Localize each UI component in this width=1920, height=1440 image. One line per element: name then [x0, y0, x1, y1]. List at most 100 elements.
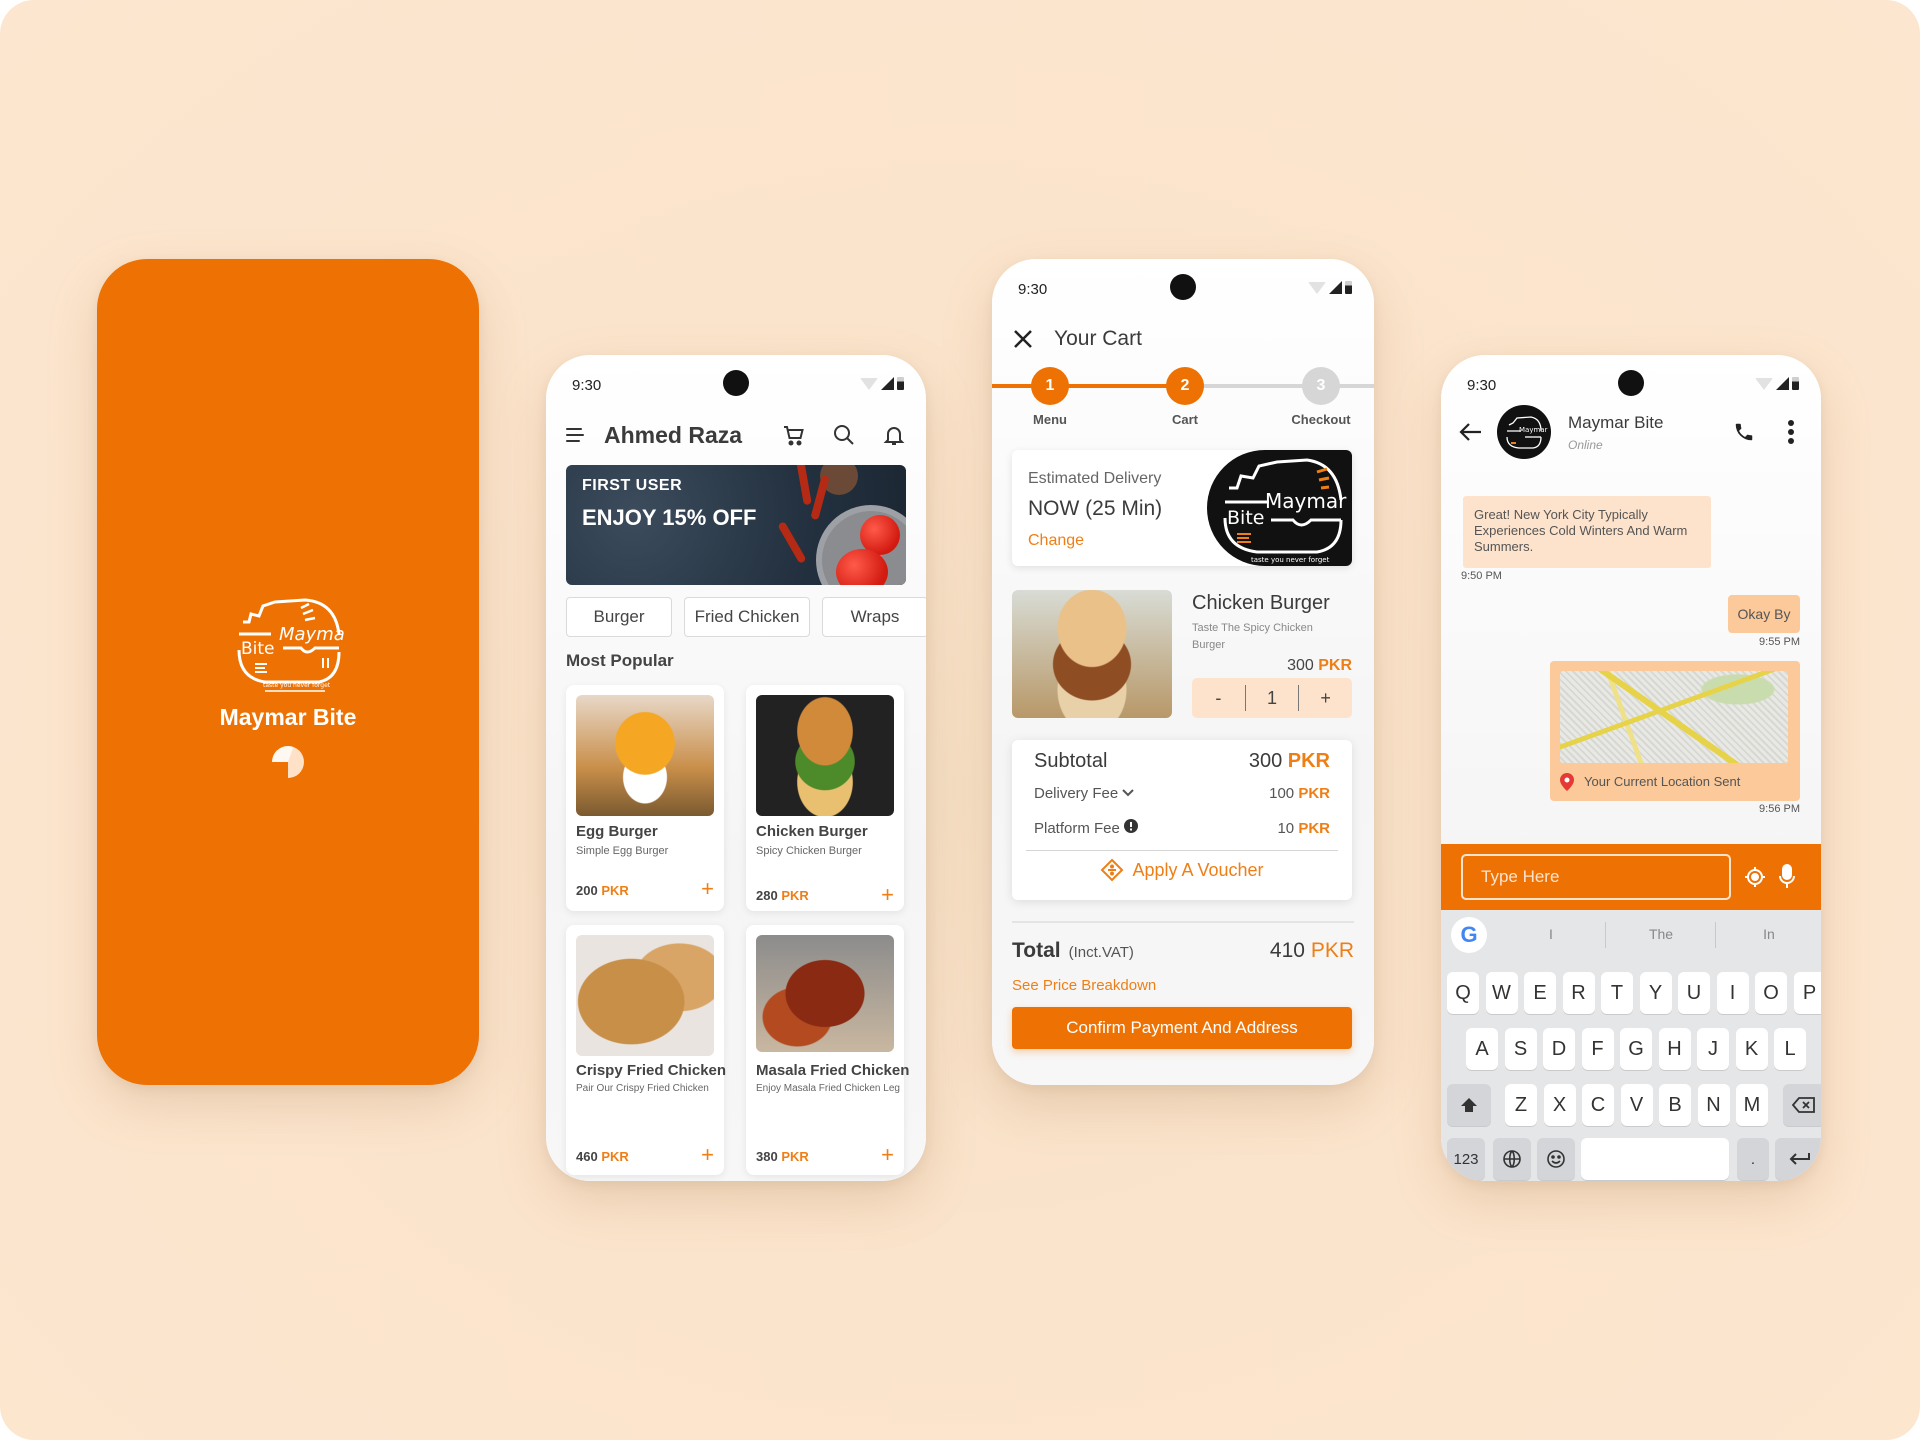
key-z[interactable]: Z: [1505, 1084, 1537, 1126]
decrease-qty-button[interactable]: -: [1192, 688, 1245, 709]
close-icon[interactable]: [1012, 328, 1034, 350]
delivery-fee-row[interactable]: Delivery Fee 100 PKR: [1034, 785, 1330, 802]
key-i[interactable]: I: [1716, 972, 1749, 1014]
key-x[interactable]: X: [1543, 1084, 1576, 1126]
key-j[interactable]: J: [1697, 1028, 1729, 1070]
signal-icon: [1776, 377, 1789, 390]
increase-qty-button[interactable]: +: [1299, 688, 1352, 709]
signal-icon: [881, 377, 894, 390]
add-to-cart-button[interactable]: +: [701, 878, 714, 900]
map-preview[interactable]: [1560, 671, 1788, 763]
apply-voucher-button[interactable]: Apply A Voucher: [1012, 858, 1352, 882]
add-to-cart-button[interactable]: +: [701, 1144, 714, 1166]
key-q[interactable]: Q: [1447, 972, 1479, 1014]
suggestion-bar: G I The In: [1441, 910, 1821, 960]
cart-icon[interactable]: [780, 421, 808, 449]
emoji-key[interactable]: [1537, 1138, 1575, 1180]
price-summary: Subtotal 300 PKR Delivery Fee 100 PKR Pl…: [1012, 740, 1352, 900]
message-input[interactable]: [1461, 854, 1731, 900]
key-k[interactable]: K: [1735, 1028, 1768, 1070]
globe-key[interactable]: [1493, 1138, 1531, 1180]
menu-icon[interactable]: [566, 428, 584, 442]
product-price: 460 PKR: [576, 1149, 629, 1164]
price-breakdown-link[interactable]: See Price Breakdown: [1012, 977, 1156, 994]
shift-key[interactable]: [1447, 1084, 1491, 1126]
signal-icon: [1329, 281, 1342, 294]
search-icon[interactable]: [830, 421, 858, 449]
contact-status: Online: [1568, 438, 1603, 452]
backspace-key[interactable]: [1783, 1084, 1821, 1126]
google-icon[interactable]: G: [1451, 917, 1487, 953]
product-image: [756, 935, 894, 1052]
avatar[interactable]: Maymar: [1497, 405, 1551, 459]
key-y[interactable]: Y: [1639, 972, 1672, 1014]
bell-icon[interactable]: [880, 421, 908, 449]
space-key[interactable]: [1581, 1138, 1729, 1180]
message-outgoing: Okay By: [1728, 595, 1800, 633]
product-card[interactable]: Crispy Fried Chicken Pair Our Crispy Fri…: [566, 925, 726, 1175]
divider: [1012, 921, 1354, 923]
suggestion-2[interactable]: The: [1649, 926, 1673, 942]
key-a[interactable]: A: [1466, 1028, 1498, 1070]
cart-item-name: Chicken Burger: [1192, 592, 1330, 614]
category-tabs: Burger Fried Chicken Wraps: [566, 597, 926, 637]
menu-header: Ahmed Raza: [566, 415, 908, 455]
key-u[interactable]: U: [1678, 972, 1710, 1014]
category-fried-chicken[interactable]: Fried Chicken: [684, 597, 810, 637]
product-card[interactable]: Chicken Burger Spicy Chicken Burger 280 …: [746, 685, 904, 911]
key-h[interactable]: H: [1658, 1028, 1691, 1070]
product-name: Egg Burger: [576, 823, 658, 840]
period-key[interactable]: .: [1737, 1138, 1769, 1180]
key-b[interactable]: B: [1659, 1084, 1691, 1126]
key-f[interactable]: F: [1581, 1028, 1614, 1070]
key-o[interactable]: O: [1755, 972, 1787, 1014]
product-card[interactable]: Masala Fried Chicken Enjoy Masala Fried …: [746, 925, 909, 1175]
checkout-stepper: 1 2 3 Menu Cart Checkout: [992, 367, 1374, 427]
key-w[interactable]: W: [1485, 972, 1518, 1014]
location-message[interactable]: Your Current Location Sent: [1550, 661, 1800, 801]
step-2-label: Cart: [1171, 412, 1199, 427]
key-m[interactable]: M: [1736, 1084, 1768, 1126]
battery-icon: [897, 377, 904, 390]
enter-key[interactable]: [1775, 1138, 1821, 1180]
step-2: 2: [1166, 367, 1204, 405]
quantity-stepper: - 1 +: [1192, 678, 1352, 718]
info-icon[interactable]: [1124, 819, 1139, 833]
key-t[interactable]: T: [1601, 972, 1633, 1014]
message-time: 9:50 PM: [1461, 570, 1502, 582]
confirm-payment-button[interactable]: Confirm Payment And Address: [1012, 1007, 1352, 1049]
chevron-down-icon: [1122, 789, 1135, 797]
product-price: 200 PKR: [576, 883, 629, 898]
key-v[interactable]: V: [1620, 1084, 1653, 1126]
key-r[interactable]: R: [1562, 972, 1595, 1014]
phone-icon[interactable]: [1733, 421, 1755, 443]
category-burger[interactable]: Burger: [566, 597, 672, 637]
product-image: [576, 935, 714, 1056]
message-incoming: Great! New York City Typically Experienc…: [1463, 496, 1711, 568]
wifi-icon: [1755, 377, 1773, 390]
add-to-cart-button[interactable]: +: [881, 884, 894, 906]
key-p[interactable]: P: [1793, 972, 1821, 1014]
camera-cutout: [1170, 274, 1196, 300]
status-time: 9:30: [1018, 281, 1048, 298]
key-e[interactable]: E: [1524, 972, 1556, 1014]
back-arrow-icon[interactable]: [1459, 421, 1483, 443]
cart-item-image: [1012, 590, 1172, 718]
category-wraps[interactable]: Wraps: [822, 597, 926, 637]
product-card[interactable]: Egg Burger Simple Egg Burger 200 PKR +: [566, 685, 724, 911]
key-c[interactable]: C: [1582, 1084, 1614, 1126]
location-target-icon[interactable]: [1744, 866, 1766, 888]
key-s[interactable]: S: [1504, 1028, 1537, 1070]
add-to-cart-button[interactable]: +: [881, 1144, 894, 1166]
promo-banner[interactable]: FIRST USER ENJOY 15% OFF: [566, 465, 906, 585]
more-vertical-icon[interactable]: [1787, 419, 1795, 445]
key-g[interactable]: G: [1620, 1028, 1652, 1070]
microphone-icon[interactable]: [1779, 864, 1795, 890]
key-d[interactable]: D: [1543, 1028, 1575, 1070]
key-l[interactable]: L: [1774, 1028, 1806, 1070]
change-delivery-link[interactable]: Change: [1028, 532, 1084, 550]
key-n[interactable]: N: [1697, 1084, 1730, 1126]
suggestion-1[interactable]: I: [1549, 926, 1553, 942]
suggestion-3[interactable]: In: [1763, 926, 1775, 942]
numbers-key[interactable]: 123: [1447, 1138, 1485, 1180]
